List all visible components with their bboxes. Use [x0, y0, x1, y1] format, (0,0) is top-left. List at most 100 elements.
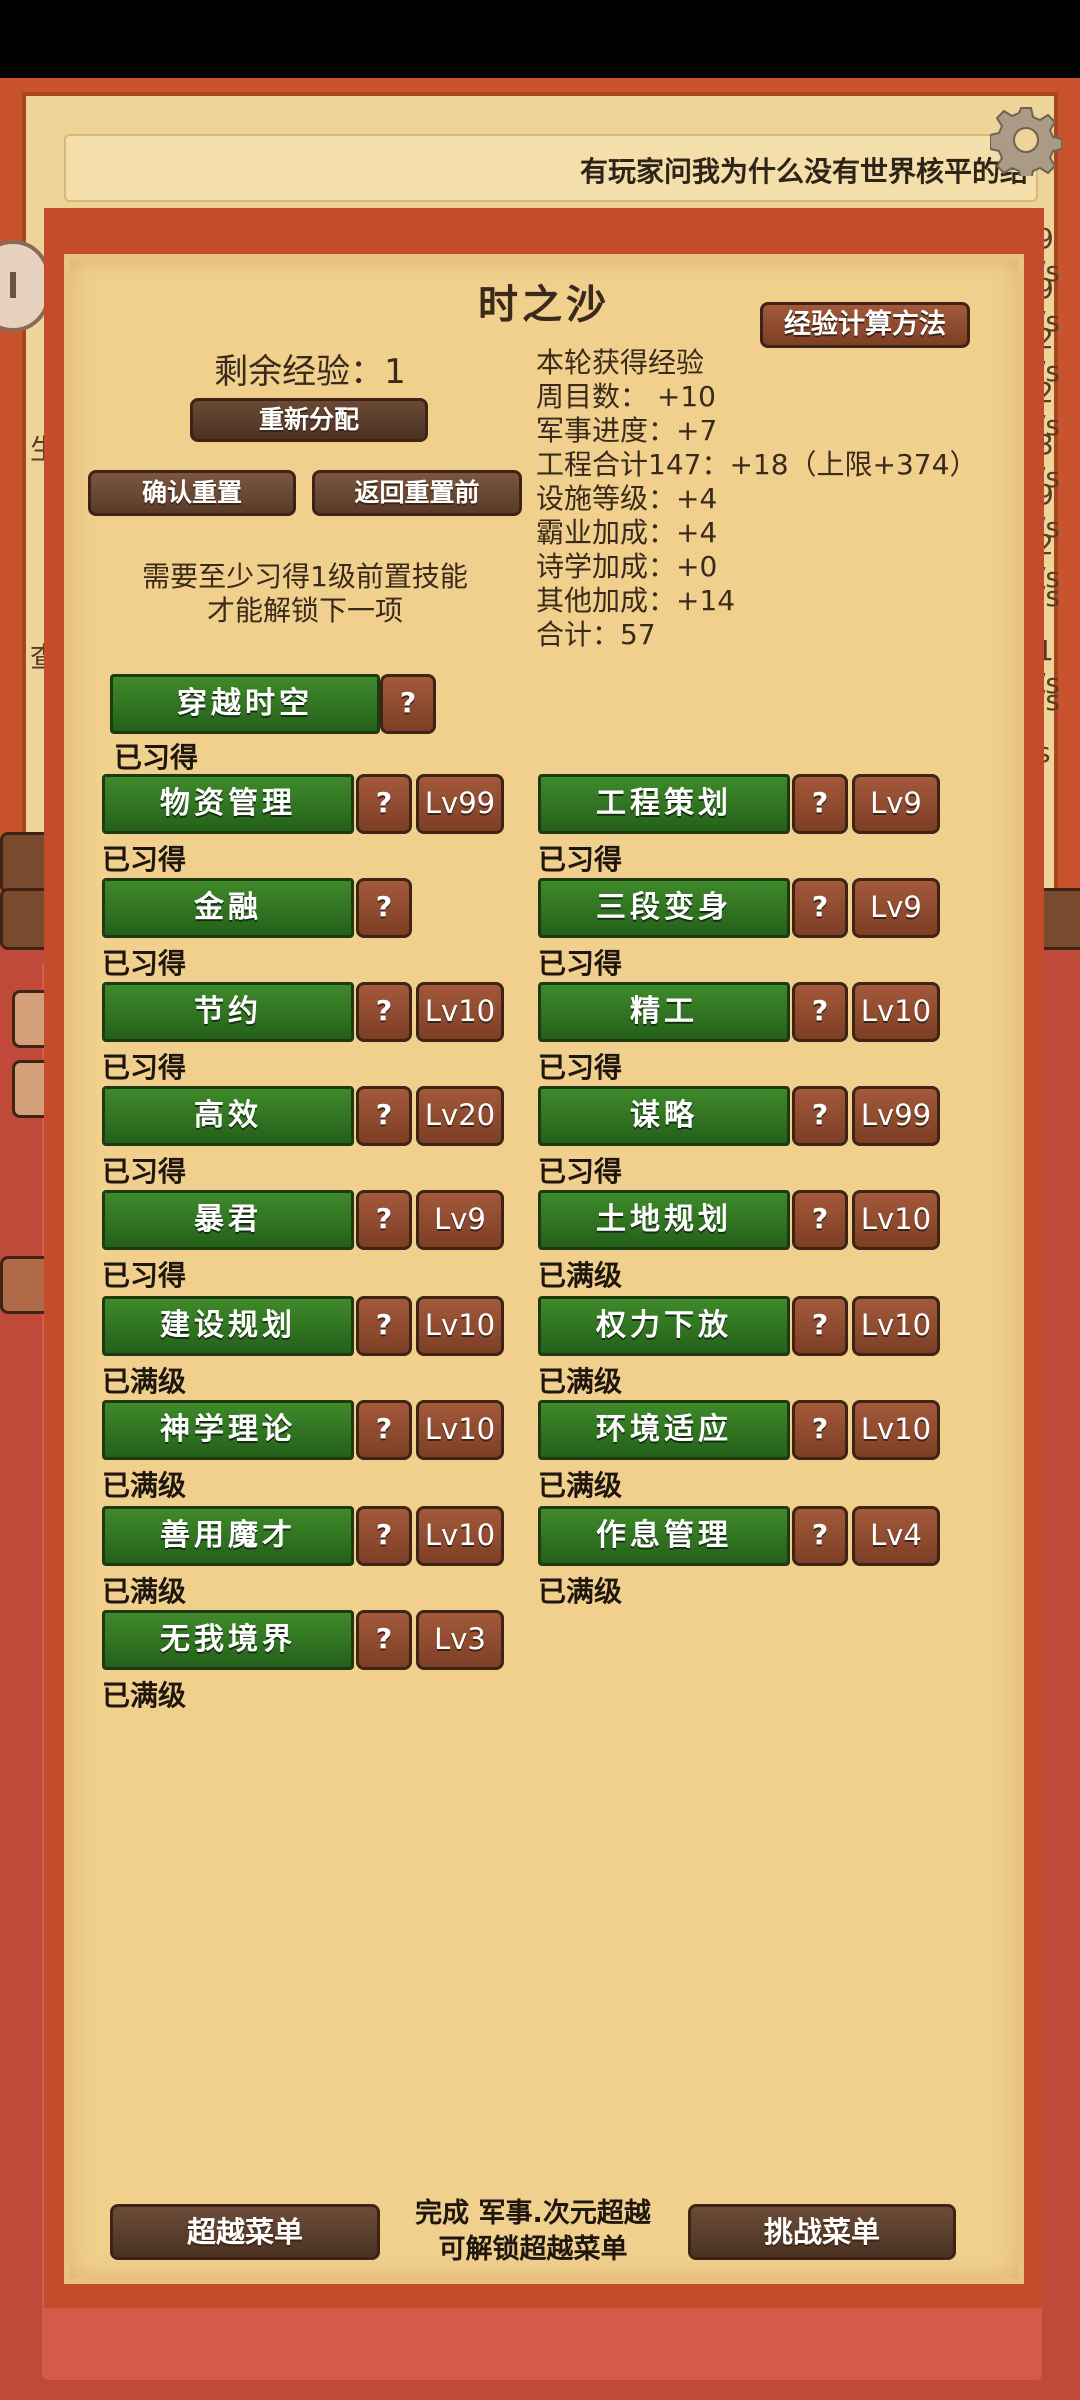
skill-status: 已习得: [538, 1155, 623, 1188]
skill-help-button[interactable]: ?: [356, 878, 412, 938]
skill-name-button[interactable]: 工程策划: [538, 774, 790, 834]
exp-line: 霸业加成：+4: [536, 516, 718, 549]
skill-level: Lv10: [416, 1506, 504, 1566]
skill-level: Lv3: [416, 1610, 504, 1670]
skill-name-button[interactable]: 建设规划: [102, 1296, 354, 1356]
skill-status: 已习得: [102, 947, 187, 980]
skill-name-button[interactable]: 穿越时空: [110, 674, 380, 734]
skill-name-button[interactable]: 物资管理: [102, 774, 354, 834]
skill-item: 神学理论 ? Lv10 已满级: [102, 1400, 522, 1502]
unlock-hint: 完成 军事.次元超越 可解锁超越菜单: [380, 2196, 686, 2268]
skill-status: 已满级: [538, 1575, 623, 1608]
skill-level: Lv20: [416, 1086, 504, 1146]
skill-name-button[interactable]: 土地规划: [538, 1190, 790, 1250]
skill-name-button[interactable]: 谋略: [538, 1086, 790, 1146]
skill-help-button[interactable]: ?: [792, 1296, 848, 1356]
skill-item: 物资管理 ? Lv99 已习得: [102, 774, 522, 876]
skill-help-button[interactable]: ?: [792, 878, 848, 938]
exp-line: 合计：57: [536, 618, 656, 651]
skill-help-button[interactable]: ?: [792, 1506, 848, 1566]
skill-level: Lv9: [416, 1190, 504, 1250]
skill-level: Lv10: [852, 1296, 940, 1356]
skill-help-button[interactable]: ?: [356, 1610, 412, 1670]
skill-status: 已习得: [538, 1051, 623, 1084]
skill-help-button[interactable]: ?: [792, 982, 848, 1042]
exp-line: 其他加成：+14: [536, 584, 736, 617]
skill-item: 善用魔才 ? Lv10 已满级: [102, 1506, 522, 1608]
skill-name-button[interactable]: 高效: [102, 1086, 354, 1146]
skill-name-button[interactable]: 无我境界: [102, 1610, 354, 1670]
skill-help-button[interactable]: ?: [356, 1296, 412, 1356]
skill-status: 已满级: [102, 1575, 187, 1608]
skill-item: 暴君 ? Lv9 已习得: [102, 1190, 522, 1292]
challenge-menu-button[interactable]: 挑战菜单: [688, 2204, 956, 2260]
skill-name-button[interactable]: 节约: [102, 982, 354, 1042]
skill-level: Lv99: [852, 1086, 940, 1146]
skill-help-button[interactable]: ?: [356, 1506, 412, 1566]
skill-help-button[interactable]: ?: [792, 1086, 848, 1146]
skill-level: Lv99: [416, 774, 504, 834]
skill-item: 精工 ? Lv10 已习得: [538, 982, 958, 1084]
exp-line: 军事进度：+7: [536, 414, 718, 447]
transcend-menu-button[interactable]: 超越菜单: [110, 2204, 380, 2260]
skill-level: Lv9: [852, 774, 940, 834]
skill-name-button[interactable]: 三段变身: [538, 878, 790, 938]
skill-status: 已习得: [102, 843, 187, 876]
skill-help-button[interactable]: ?: [792, 774, 848, 834]
skill-help-button[interactable]: ?: [792, 1190, 848, 1250]
ticker-text: 有玩家问我为什么没有世界核平的结: [579, 155, 1028, 188]
revert-reset-button[interactable]: 返回重置前: [312, 470, 522, 516]
skill-help-button[interactable]: ?: [356, 774, 412, 834]
skill-help-button[interactable]: ?: [356, 982, 412, 1042]
skill-name-button[interactable]: 作息管理: [538, 1506, 790, 1566]
skill-item: 穿越时空 ? 已习得: [110, 674, 530, 774]
skill-name-button[interactable]: 精工: [538, 982, 790, 1042]
skill-help-button[interactable]: ?: [356, 1400, 412, 1460]
skill-level: Lv4: [852, 1506, 940, 1566]
skill-status: 已满级: [102, 1679, 187, 1712]
skill-status: 已满级: [538, 1259, 623, 1292]
exp-line: 工程合计147：+18（上限+374）: [536, 448, 978, 481]
skill-name-button[interactable]: 金融: [102, 878, 354, 938]
skill-item: 建设规划 ? Lv10 已满级: [102, 1296, 522, 1398]
skill-name-button[interactable]: 环境适应: [538, 1400, 790, 1460]
skill-item: 金融 ? 已习得: [102, 878, 522, 980]
remaining-exp: 剩余经验：1: [214, 352, 406, 392]
skill-name-button[interactable]: 善用魔才: [102, 1506, 354, 1566]
pause-icon: [10, 272, 16, 298]
skill-status: 已习得: [102, 1259, 187, 1292]
skill-status: 已习得: [102, 1051, 187, 1084]
skill-level: Lv10: [852, 1400, 940, 1460]
skill-name-button[interactable]: 神学理论: [102, 1400, 354, 1460]
skill-help-button[interactable]: ?: [380, 674, 436, 734]
skill-name-button[interactable]: 权力下放: [538, 1296, 790, 1356]
exp-line: 诗学加成：+0: [536, 550, 718, 583]
exp-line: 周目数： +10: [536, 380, 716, 413]
confirm-reset-button[interactable]: 确认重置: [88, 470, 296, 516]
exp-calc-method-button[interactable]: 经验计算方法: [760, 302, 970, 348]
reallocate-button[interactable]: 重新分配: [190, 398, 428, 442]
skill-help-button[interactable]: ?: [356, 1086, 412, 1146]
skill-status: 已习得: [114, 741, 199, 774]
skill-level: Lv10: [416, 982, 504, 1042]
unlock-notice: 需要至少习得1级前置技能 才能解锁下一项: [110, 560, 500, 628]
exp-breakdown: 本轮获得经验 周目数： +10 军事进度：+7 工程合计147：+18（上限+3…: [536, 346, 978, 652]
skill-level: Lv10: [416, 1296, 504, 1356]
skill-help-button[interactable]: ?: [792, 1400, 848, 1460]
skill-level: Lv9: [852, 878, 940, 938]
notice-line: 才能解锁下一项: [206, 594, 403, 627]
settings-gear-icon[interactable]: [989, 104, 1063, 181]
skill-item: 环境适应 ? Lv10 已满级: [538, 1400, 958, 1502]
hint-line: 可解锁超越菜单: [438, 2234, 628, 2265]
skill-status: 已满级: [538, 1365, 623, 1398]
skill-status: 已满级: [102, 1365, 187, 1398]
skill-name-button[interactable]: 暴君: [102, 1190, 354, 1250]
skill-level: Lv10: [852, 982, 940, 1042]
skill-item: 土地规划 ? Lv10 已满级: [538, 1190, 958, 1292]
hint-line: 完成 军事.次元超越: [415, 2198, 651, 2229]
skill-item: 高效 ? Lv20 已习得: [102, 1086, 522, 1188]
skill-item: 谋略 ? Lv99 已习得: [538, 1086, 958, 1188]
skill-item: 权力下放 ? Lv10 已满级: [538, 1296, 958, 1398]
skill-status: 已满级: [538, 1469, 623, 1502]
skill-help-button[interactable]: ?: [356, 1190, 412, 1250]
